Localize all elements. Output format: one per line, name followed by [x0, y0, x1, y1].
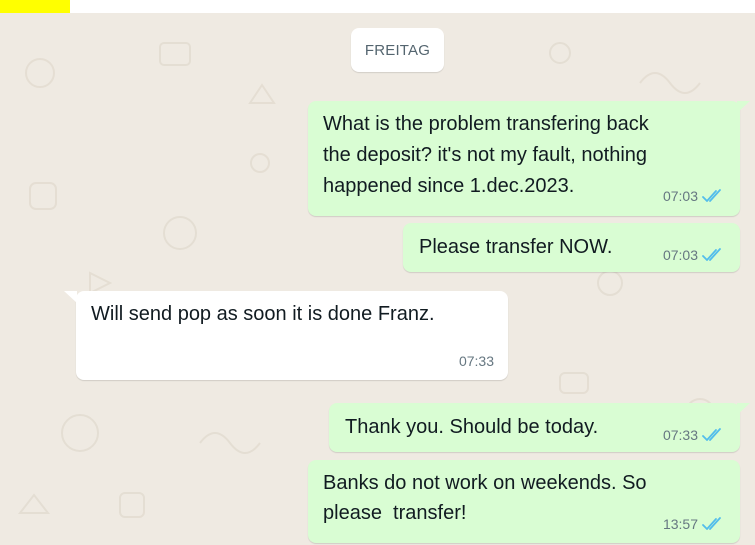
outgoing-message[interactable]: Please transfer NOW. 07:03 — [403, 223, 740, 272]
yellow-highlight — [0, 0, 70, 13]
top-cropped-strip — [0, 0, 755, 13]
message-time: 07:33 — [458, 353, 494, 369]
message-meta: 07:33 — [663, 428, 724, 442]
date-separator: FREITAG — [351, 28, 444, 72]
incoming-message[interactable]: Will send pop as soon it is done Franz. … — [76, 291, 508, 380]
bubble-tail — [737, 101, 750, 113]
message-meta: 07:33 — [459, 354, 494, 368]
outgoing-message[interactable]: What is the problem transfering back the… — [308, 101, 740, 216]
message-time: 07:03 — [662, 188, 698, 204]
double-check-icon — [702, 248, 721, 261]
message-text-line: Banks do not work on weekends. So — [323, 472, 647, 494]
message-text-line: Thank you. Should be today. — [345, 416, 599, 438]
message-text-line: Please transfer NOW. — [419, 236, 613, 258]
double-check-icon — [702, 517, 721, 530]
outgoing-message[interactable]: Thank you. Should be today. 07:33 — [329, 403, 740, 452]
message-text-line: What is the problem transfering back — [323, 113, 649, 135]
double-check-icon — [702, 189, 721, 202]
outgoing-message[interactable]: Banks do not work on weekends. So please… — [308, 460, 740, 543]
message-time: 07:03 — [662, 247, 698, 263]
bubble-tail — [64, 291, 77, 303]
message-time: 07:33 — [662, 427, 698, 443]
bubble-tail — [737, 403, 750, 415]
message-text-line: the deposit? it's not my fault, nothing — [323, 144, 648, 166]
chat-panel[interactable]: FREITAG What is the problem transfering … — [0, 13, 755, 545]
message-text-line: happened since 1.dec.2023. — [323, 175, 575, 197]
message-meta: 07:03 — [663, 248, 724, 262]
message-time: 13:57 — [662, 516, 698, 532]
message-meta: 13:57 — [663, 517, 724, 531]
message-text-line: Will send pop as soon it is done Franz. — [91, 303, 435, 325]
message-text-line: please transfer! — [323, 502, 467, 524]
message-meta: 07:03 — [663, 189, 724, 203]
double-check-icon — [702, 428, 721, 441]
